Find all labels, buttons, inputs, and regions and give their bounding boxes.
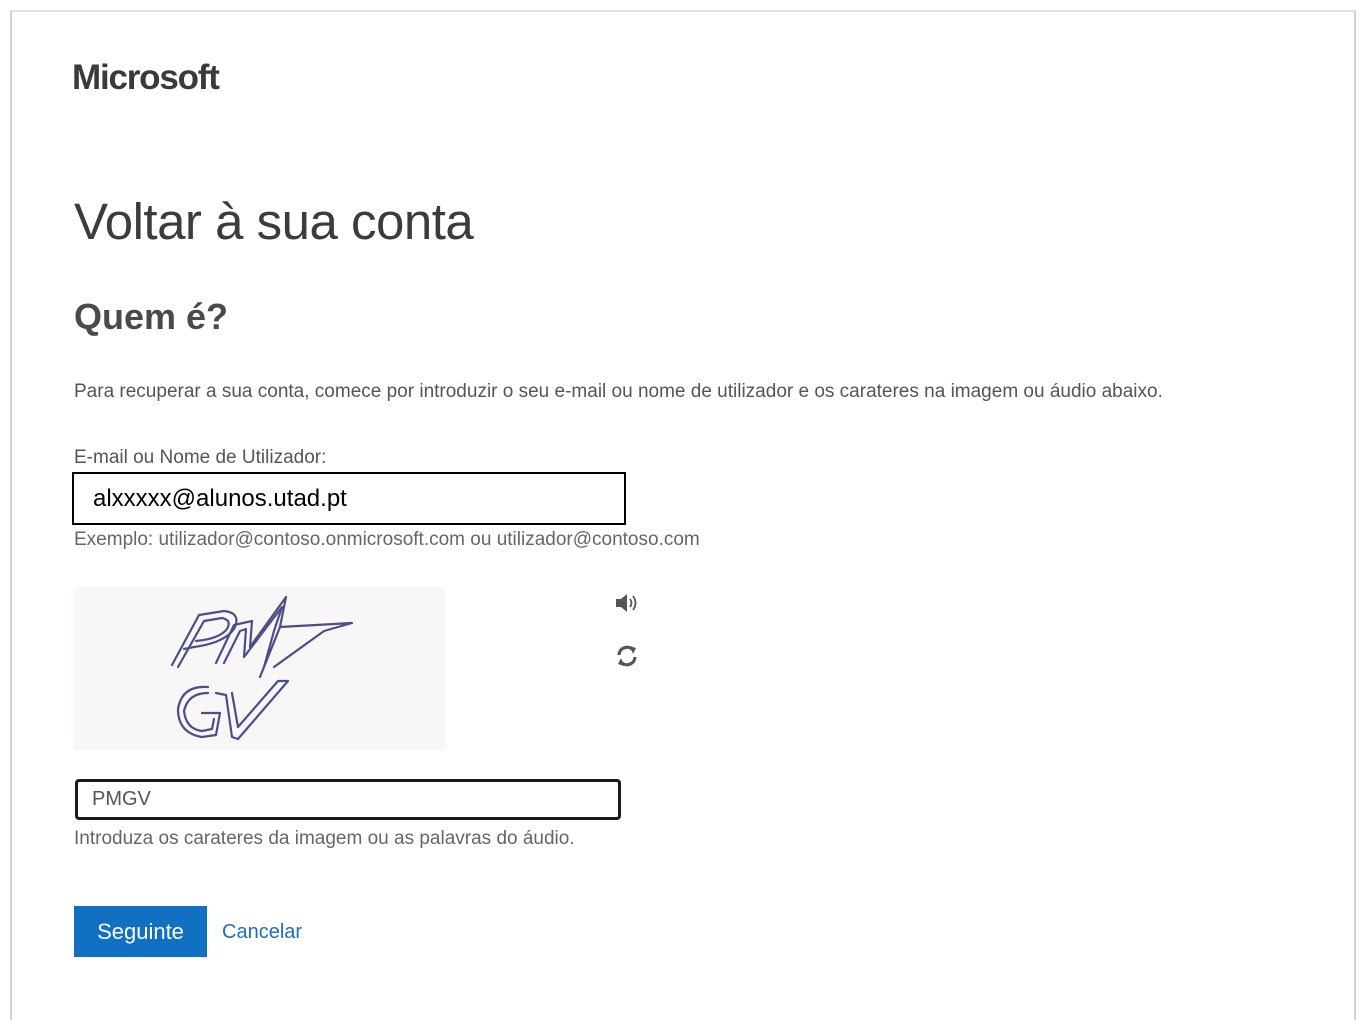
speaker-icon-glyph [616,594,637,612]
refresh-icon-glyph [617,645,637,667]
captcha-input[interactable] [75,779,621,820]
refresh-icon[interactable] [613,642,641,670]
captcha-distorted-text [170,595,354,741]
email-input[interactable] [72,472,626,525]
page-title: Voltar à sua conta [74,193,474,250]
email-label: E-mail ou Nome de Utilizador: [74,447,327,468]
section-subtitle: Quem é? [74,296,229,337]
intro-text: Para recuperar a sua conta, comece por i… [74,381,1163,402]
next-button[interactable]: Seguinte [74,906,207,957]
email-example-text: Exemplo: utilizador@contoso.onmicrosoft.… [74,529,700,550]
cancel-link[interactable]: Cancelar [222,921,302,944]
speaker-icon[interactable] [612,589,640,617]
captcha-hint-text: Introduza os carateres da imagem ou as p… [74,828,575,849]
microsoft-logo: Microsoft [72,58,220,97]
captcha-image [74,587,445,750]
